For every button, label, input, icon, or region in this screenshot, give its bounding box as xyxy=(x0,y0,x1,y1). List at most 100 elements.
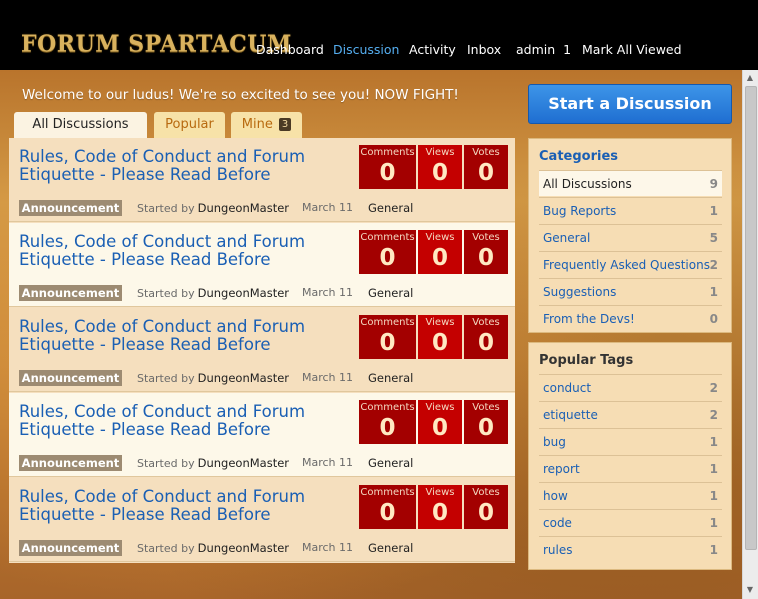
nav-discussion[interactable]: Discussion xyxy=(333,42,399,57)
discussion-category-link[interactable]: General xyxy=(368,201,413,215)
votes-value: 0 xyxy=(477,415,494,441)
scroll-up-arrow-icon[interactable]: ▲ xyxy=(746,74,754,82)
author-link[interactable]: DungeonMaster xyxy=(198,541,289,555)
comments-label: Comments xyxy=(360,147,415,158)
author-link[interactable]: DungeonMaster xyxy=(198,201,289,215)
started-by: Started by DungeonMaster xyxy=(137,201,289,215)
discussion-date: March 11 xyxy=(302,541,354,554)
site-logo[interactable]: FORUM SPARTACUM xyxy=(21,30,292,57)
category-label: All Discussions xyxy=(543,177,632,191)
votes-label: Votes xyxy=(472,317,500,328)
popular-tags-panel: Popular Tags conduct 2 etiquette 2 bug 1 re… xyxy=(528,342,732,570)
discussion-date: March 11 xyxy=(302,371,354,384)
views-value: 0 xyxy=(431,415,448,441)
tag-item-rules[interactable]: rules 1 xyxy=(539,536,722,562)
tag-item-bug[interactable]: bug 1 xyxy=(539,428,722,454)
views-count-box: Views 0 xyxy=(418,485,462,529)
comments-count-box: Comments 0 xyxy=(359,230,416,274)
scrollbar-thumb[interactable] xyxy=(745,86,757,550)
comments-label: Comments xyxy=(360,402,415,413)
category-item-general[interactable]: General 5 xyxy=(539,224,722,250)
views-label: Views xyxy=(425,232,455,243)
comments-value: 0 xyxy=(379,245,396,271)
tag-item-how[interactable]: how 1 xyxy=(539,482,722,508)
votes-value: 0 xyxy=(477,160,494,186)
author-link[interactable]: DungeonMaster xyxy=(198,371,289,385)
discussion-category-link[interactable]: General xyxy=(368,371,413,385)
tag-count: 1 xyxy=(709,543,718,557)
category-item-bug-reports[interactable]: Bug Reports 1 xyxy=(539,197,722,223)
discussion-title-link[interactable]: Rules, Code of Conduct and Forum Etiquet… xyxy=(19,233,349,269)
category-item-from-the-devs[interactable]: From the Devs! 0 xyxy=(539,305,722,331)
votes-count-box: Votes 0 xyxy=(464,485,508,529)
started-by-label: Started by xyxy=(137,542,195,555)
discussion-item: Rules, Code of Conduct and Forum Etiquet… xyxy=(9,393,515,477)
nav-activity[interactable]: Activity xyxy=(409,42,456,57)
votes-label: Votes xyxy=(472,232,500,243)
category-count: 5 xyxy=(709,231,718,245)
discussion-counts: Comments 0 Views 0 Votes 0 xyxy=(359,400,508,444)
category-item-all-discussions[interactable]: All Discussions 9 xyxy=(539,170,722,196)
category-count: 0 xyxy=(709,312,718,326)
votes-count-box: Votes 0 xyxy=(464,145,508,189)
comments-value: 0 xyxy=(379,415,396,441)
tag-count: 1 xyxy=(709,435,718,449)
discussion-title-link[interactable]: Rules, Code of Conduct and Forum Etiquet… xyxy=(19,148,349,184)
views-value: 0 xyxy=(431,245,448,271)
tag-label: etiquette xyxy=(543,408,598,422)
category-count: 2 xyxy=(709,258,718,272)
discussion-category-link[interactable]: General xyxy=(368,456,413,470)
tag-label: rules xyxy=(543,543,573,557)
tag-item-etiquette[interactable]: etiquette 2 xyxy=(539,401,722,427)
tag-item-code[interactable]: code 1 xyxy=(539,509,722,535)
comments-label: Comments xyxy=(360,487,415,498)
started-by: Started by DungeonMaster xyxy=(137,541,289,555)
welcome-message: Welcome to our ludus! We're so excited t… xyxy=(22,87,459,103)
tab-mine-label: Mine xyxy=(241,117,273,132)
discussion-title-link[interactable]: Rules, Code of Conduct and Forum Etiquet… xyxy=(19,318,349,354)
categories-panel: Categories All Discussions 9 Bug Reports 1… xyxy=(528,138,732,333)
views-value: 0 xyxy=(431,160,448,186)
views-count-box: Views 0 xyxy=(418,400,462,444)
views-label: Views xyxy=(425,487,455,498)
category-count: 1 xyxy=(709,204,718,218)
discussion-category-link[interactable]: General xyxy=(368,286,413,300)
tag-item-report[interactable]: report 1 xyxy=(539,455,722,481)
votes-label: Votes xyxy=(472,147,500,158)
nav-admin-label: admin xyxy=(516,42,556,57)
started-by-label: Started by xyxy=(137,372,195,385)
views-count-box: Views 0 xyxy=(418,230,462,274)
discussion-counts: Comments 0 Views 0 Votes 0 xyxy=(359,145,508,189)
scroll-down-arrow-icon[interactable]: ▼ xyxy=(746,586,754,594)
tag-item-conduct[interactable]: conduct 2 xyxy=(539,374,722,400)
category-count: 9 xyxy=(709,177,718,191)
comments-value: 0 xyxy=(379,330,396,356)
category-count: 1 xyxy=(709,285,718,299)
comments-count-box: Comments 0 xyxy=(359,485,416,529)
tab-all-discussions[interactable]: All Discussions xyxy=(14,112,147,138)
tag-count: 1 xyxy=(709,489,718,503)
nav-admin-profile[interactable]: admin 1 xyxy=(516,42,571,57)
author-link[interactable]: DungeonMaster xyxy=(198,456,289,470)
nav-dashboard[interactable]: Dashboard xyxy=(256,42,324,57)
tab-mine-count-badge: 3 xyxy=(278,118,292,131)
tab-popular[interactable]: Popular xyxy=(154,112,225,138)
views-count-box: Views 0 xyxy=(418,145,462,189)
discussion-title-link[interactable]: Rules, Code of Conduct and Forum Etiquet… xyxy=(19,488,349,524)
author-link[interactable]: DungeonMaster xyxy=(198,286,289,300)
tab-mine[interactable]: Mine 3 xyxy=(231,112,302,138)
category-item-suggestions[interactable]: Suggestions 1 xyxy=(539,278,722,304)
nav-inbox[interactable]: Inbox xyxy=(467,42,501,57)
started-by: Started by DungeonMaster xyxy=(137,456,289,470)
discussion-category-link[interactable]: General xyxy=(368,541,413,555)
category-label: Frequently Asked Questions xyxy=(543,258,710,272)
views-value: 0 xyxy=(431,500,448,526)
start-discussion-button[interactable]: Start a Discussion xyxy=(528,84,732,124)
comments-count-box: Comments 0 xyxy=(359,145,416,189)
discussion-title-link[interactable]: Rules, Code of Conduct and Forum Etiquet… xyxy=(19,403,349,439)
category-item-faq[interactable]: Frequently Asked Questions 2 xyxy=(539,251,722,277)
started-by-label: Started by xyxy=(137,457,195,470)
comments-label: Comments xyxy=(360,317,415,328)
nav-mark-all-viewed[interactable]: Mark All Viewed xyxy=(582,42,682,57)
category-label: From the Devs! xyxy=(543,312,635,326)
